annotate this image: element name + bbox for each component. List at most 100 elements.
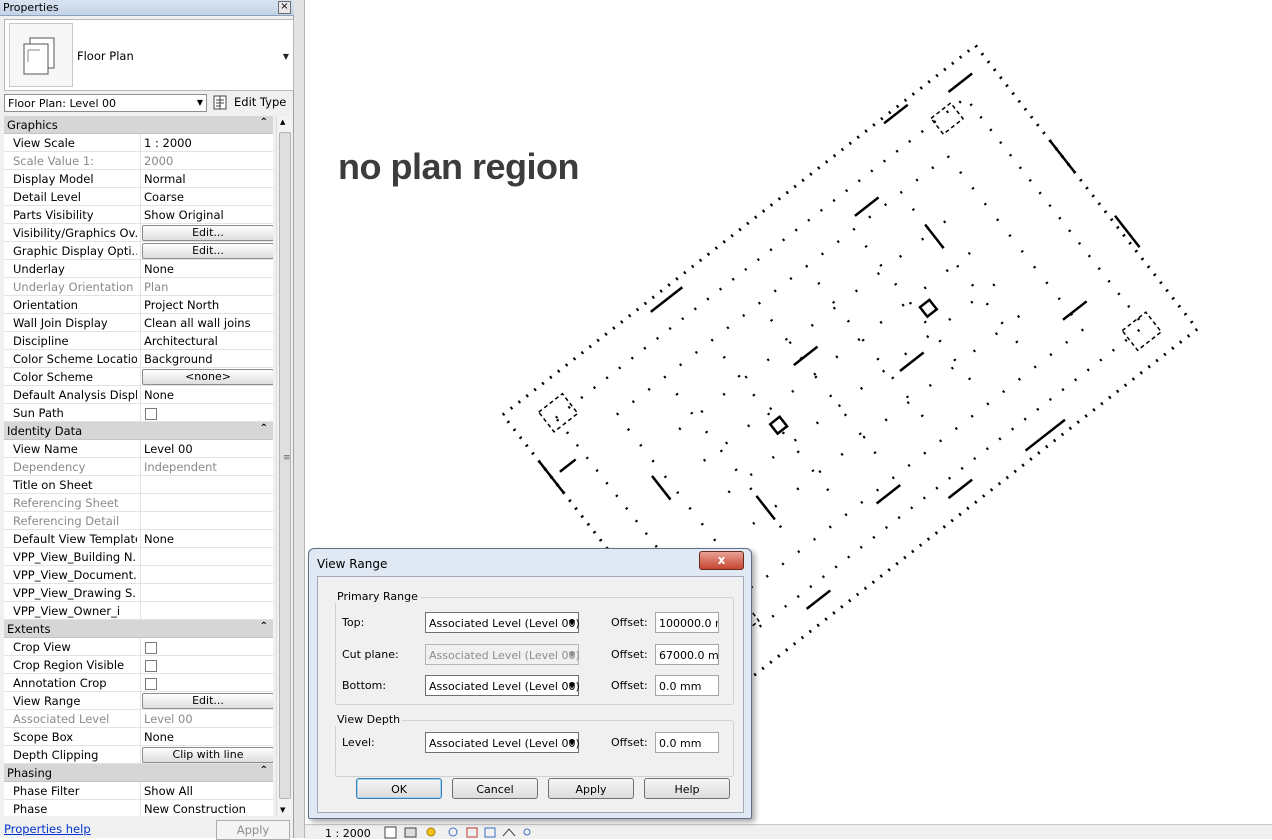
property-value[interactable]: New Construction — [144, 802, 246, 816]
ok-button[interactable]: OK — [356, 778, 442, 799]
property-edit-button[interactable]: Edit... — [142, 243, 273, 259]
scroll-up-icon[interactable]: ▲ — [280, 118, 285, 126]
section-header[interactable]: Identity Data ⌃ — [4, 422, 273, 440]
property-value[interactable]: None — [144, 532, 174, 546]
property-row[interactable]: Orientation Project North — [4, 296, 273, 314]
property-row[interactable]: Discipline Architectural — [4, 332, 273, 350]
property-row[interactable]: Color Scheme <none> — [4, 368, 273, 386]
property-row[interactable]: Underlay Orientation Plan — [4, 278, 273, 296]
properties-titlebar[interactable]: Properties × — [0, 0, 294, 16]
property-row[interactable]: Graphic Display Opti... Edit... — [4, 242, 273, 260]
property-row[interactable]: VPP_View_Owner_i — [4, 602, 273, 620]
property-row[interactable]: View Range Edit... — [4, 692, 273, 710]
property-name: Crop View — [13, 640, 71, 654]
property-row[interactable]: View Name Level 00 — [4, 440, 273, 458]
view-depth-label: View Depth — [335, 713, 403, 726]
help-button[interactable]: Help — [644, 778, 730, 799]
property-row[interactable]: VPP_View_Document... — [4, 566, 273, 584]
property-value[interactable]: Show Original — [144, 208, 224, 222]
apply-button[interactable]: Apply — [216, 820, 290, 840]
property-row[interactable]: Referencing Sheet — [4, 494, 273, 512]
collapse-icon[interactable]: ⌃ — [260, 117, 268, 128]
property-row[interactable]: Dependency Independent — [4, 458, 273, 476]
view-scale-indicator[interactable]: 1 : 2000 — [325, 827, 371, 840]
palette-splitter[interactable] — [294, 0, 305, 838]
collapse-icon[interactable]: ⌃ — [260, 765, 268, 776]
properties-scrollbar[interactable]: ▲ ≡ ▼ — [276, 116, 292, 816]
depth-offset-field[interactable]: 0.0 mm — [655, 732, 719, 753]
property-value[interactable]: Background — [144, 352, 213, 366]
property-value[interactable]: Coarse — [144, 190, 184, 204]
property-edit-button[interactable]: <none> — [142, 369, 273, 385]
top-level-dropdown[interactable]: Associated Level (Level 00) ▼ — [425, 612, 580, 633]
property-row[interactable]: Parts Visibility Show Original — [4, 206, 273, 224]
property-value[interactable]: None — [144, 388, 174, 402]
property-row[interactable]: Annotation Crop — [4, 674, 273, 692]
edit-type-button[interactable]: Edit Type — [213, 93, 291, 113]
property-row[interactable]: Underlay None — [4, 260, 273, 278]
property-value[interactable]: None — [144, 730, 174, 744]
property-row[interactable]: Phase Filter Show All — [4, 782, 273, 800]
type-selector[interactable]: Floor Plan ▼ — [4, 19, 294, 91]
dialog-close-button[interactable]: x — [699, 551, 744, 570]
property-edit-button[interactable]: Edit... — [142, 693, 273, 709]
collapse-icon[interactable]: ⌃ — [260, 621, 268, 632]
property-value[interactable]: Level 00 — [144, 442, 193, 456]
property-value[interactable]: Show All — [144, 784, 193, 798]
section-header[interactable]: Graphics ⌃ — [4, 116, 273, 134]
property-row[interactable]: Crop Region Visible — [4, 656, 273, 674]
property-row[interactable]: Wall Join Display Clean all wall joins — [4, 314, 273, 332]
property-value[interactable]: None — [144, 262, 174, 276]
property-row[interactable]: View Scale 1 : 2000 — [4, 134, 273, 152]
property-value[interactable]: Project North — [144, 298, 219, 312]
property-row[interactable]: Display Model Normal — [4, 170, 273, 188]
property-row[interactable]: VPP_View_Drawing S... — [4, 584, 273, 602]
section-header[interactable]: Phasing ⌃ — [4, 764, 273, 782]
property-row[interactable]: Associated Level Level 00 — [4, 710, 273, 728]
property-row[interactable]: Phase New Construction — [4, 800, 273, 816]
collapse-icon[interactable]: ⌃ — [260, 423, 268, 434]
property-checkbox[interactable] — [145, 642, 157, 654]
property-checkbox[interactable] — [145, 408, 157, 420]
property-row[interactable]: Scope Box None — [4, 728, 273, 746]
property-value-cell — [140, 512, 273, 529]
cut-offset-field[interactable]: 67000.0 mm — [655, 644, 719, 665]
chevron-down-icon[interactable]: ▼ — [283, 52, 289, 61]
property-row[interactable]: Scale Value 1: 2000 — [4, 152, 273, 170]
property-row[interactable]: Referencing Detail — [4, 512, 273, 530]
property-value[interactable]: Clean all wall joins — [144, 316, 251, 330]
bottom-level-dropdown[interactable]: Associated Level (Level 00) ▼ — [425, 675, 580, 696]
property-row[interactable]: Detail Level Coarse — [4, 188, 273, 206]
property-row[interactable]: VPP_View_Building N... — [4, 548, 273, 566]
scroll-thumb[interactable]: ≡ — [279, 132, 291, 799]
property-checkbox[interactable] — [145, 660, 157, 672]
property-value[interactable]: 1 : 2000 — [144, 136, 192, 150]
section-header[interactable]: Extents ⌃ — [4, 620, 273, 638]
property-value-cell — [140, 548, 273, 565]
plan-line — [883, 103, 909, 125]
view-range-dialog: View Range x Primary Range Top: Associat… — [308, 548, 752, 819]
property-row[interactable]: Default Analysis Displ... None — [4, 386, 273, 404]
property-row[interactable]: Color Scheme Location Background — [4, 350, 273, 368]
property-row[interactable]: Title on Sheet — [4, 476, 273, 494]
property-row[interactable]: Crop View — [4, 638, 273, 656]
property-row[interactable]: Depth Clipping Clip with line — [4, 746, 273, 764]
top-offset-field[interactable]: 100000.0 mm — [655, 612, 719, 633]
property-value[interactable]: Architectural — [144, 334, 218, 348]
view-instance-dropdown[interactable]: Floor Plan: Level 00 ▼ — [4, 94, 207, 112]
bottom-offset-field[interactable]: 0.0 mm — [655, 675, 719, 696]
property-edit-button[interactable]: Edit... — [142, 225, 273, 241]
property-row[interactable]: Visibility/Graphics Ov... Edit... — [4, 224, 273, 242]
depth-offset-value: 0.0 mm — [659, 737, 702, 750]
property-checkbox[interactable] — [145, 678, 157, 690]
properties-help-link[interactable]: Properties help — [4, 822, 91, 836]
property-row[interactable]: Sun Path — [4, 404, 273, 422]
apply-button[interactable]: Apply — [548, 778, 634, 799]
depth-level-dropdown[interactable]: Associated Level (Level 00) ▼ — [425, 732, 580, 753]
property-value[interactable]: Normal — [144, 172, 186, 186]
close-icon[interactable]: × — [278, 1, 291, 14]
cancel-button[interactable]: Cancel — [452, 778, 538, 799]
property-row[interactable]: Default View Template None — [4, 530, 273, 548]
scroll-down-icon[interactable]: ▼ — [280, 806, 285, 814]
property-edit-button[interactable]: Clip with line — [142, 747, 273, 763]
